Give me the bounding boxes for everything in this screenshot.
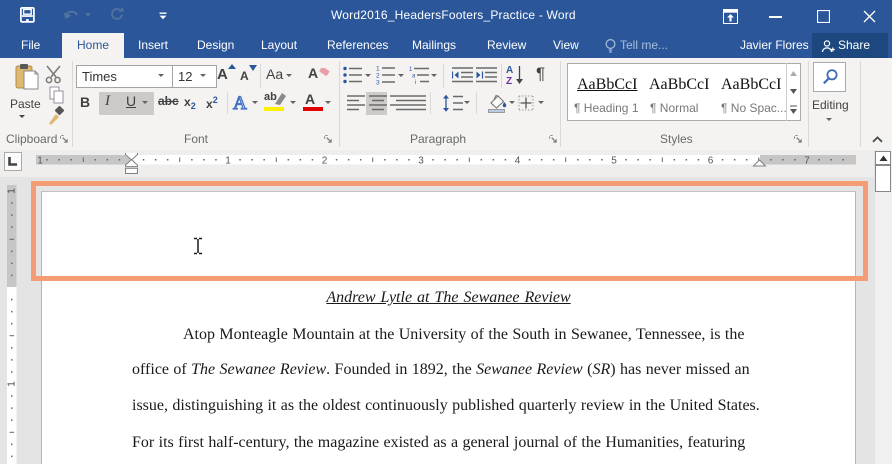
- svg-text:1: 1: [7, 188, 17, 194]
- svg-text:3: 3: [418, 156, 424, 167]
- svg-text:4: 4: [515, 156, 521, 167]
- svg-text:2: 2: [322, 156, 328, 167]
- svg-text:1: 1: [37, 156, 43, 167]
- svg-text:6: 6: [708, 156, 714, 167]
- svg-text:1: 1: [409, 67, 413, 73]
- svg-text:3: 3: [376, 80, 380, 86]
- svg-text:1: 1: [225, 156, 231, 167]
- svg-text:2: 2: [376, 73, 380, 80]
- svg-text:Z: Z: [506, 76, 512, 86]
- svg-text:1: 1: [7, 381, 17, 387]
- svg-text:A: A: [506, 65, 513, 76]
- svg-text:i: i: [415, 80, 416, 84]
- svg-text:1: 1: [376, 66, 380, 73]
- svg-text:a: a: [412, 74, 416, 80]
- svg-text:7: 7: [804, 156, 810, 167]
- svg-text:5: 5: [611, 156, 617, 167]
- svg-text:A: A: [233, 93, 247, 112]
